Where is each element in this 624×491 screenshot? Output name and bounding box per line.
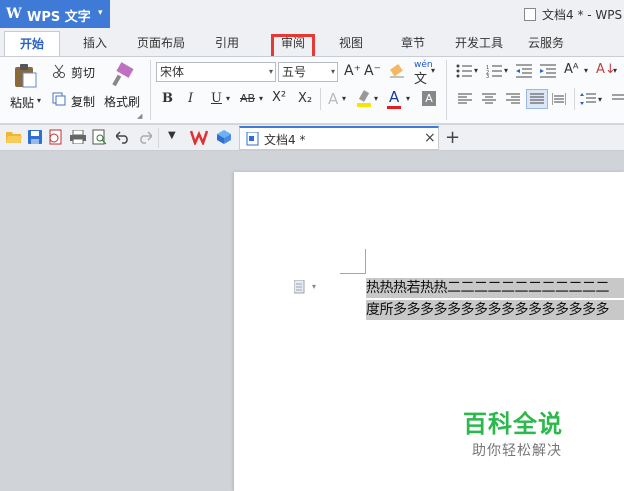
open-folder-icon[interactable]: [6, 130, 22, 144]
divider: [320, 88, 321, 110]
tab-cloud-service[interactable]: 云服务: [520, 31, 572, 56]
line-spacing-dropdown-icon[interactable]: ▾: [598, 95, 602, 104]
paste-dropdown-icon[interactable]: ▾: [37, 96, 41, 105]
paste-button[interactable]: 粘贴: [10, 94, 34, 111]
print-icon[interactable]: [70, 130, 86, 144]
numbered-list-icon[interactable]: 123: [486, 64, 502, 78]
export-pdf-icon[interactable]: [48, 129, 64, 145]
dialog-launcher-icon[interactable]: ◢: [137, 112, 142, 120]
font-color-dropdown-icon[interactable]: ▾: [406, 94, 410, 103]
tab-references[interactable]: 引用: [206, 31, 248, 56]
paragraph-layout-icon[interactable]: [294, 280, 306, 294]
tab-developer[interactable]: 开发工具: [448, 31, 510, 56]
format-painter-icon[interactable]: [110, 62, 136, 88]
distributed-align-icon[interactable]: [552, 93, 566, 105]
pinyin-dropdown-icon[interactable]: ▾: [431, 66, 435, 75]
character-shading-button[interactable]: A: [422, 91, 436, 106]
bullet-list-icon[interactable]: [456, 64, 472, 78]
cut-button[interactable]: 剪切: [71, 64, 95, 81]
subscript-button[interactable]: X₂: [298, 91, 312, 106]
window-title-text: 文档4 * - WPS: [542, 8, 623, 22]
pinyin-char: 文: [414, 72, 428, 87]
tab-view[interactable]: 视图: [330, 31, 372, 56]
app-menu-button[interactable]: W WPS 文字 ▾: [0, 0, 110, 28]
underline-button[interactable]: U: [211, 91, 222, 106]
customize-dropdown-icon[interactable]: ▼: [168, 130, 176, 141]
justify-button[interactable]: [526, 89, 548, 109]
paragraph-dropdown-icon[interactable]: ▾: [312, 282, 316, 291]
divider: [158, 128, 159, 148]
undo-icon[interactable]: [116, 130, 130, 144]
align-right-icon[interactable]: [506, 93, 520, 105]
strikethrough-button[interactable]: AB: [240, 92, 255, 105]
underline-dropdown-icon[interactable]: ▾: [226, 94, 230, 103]
format-painter-button[interactable]: 格式刷: [104, 93, 140, 110]
tab-start[interactable]: 开始: [4, 31, 60, 56]
align-left-icon[interactable]: [458, 93, 472, 105]
clear-format-icon[interactable]: [389, 63, 405, 79]
align-justify-icon: [530, 93, 544, 104]
margin-marker: [340, 273, 366, 274]
italic-button[interactable]: I: [188, 91, 193, 106]
shrink-font-button[interactable]: A⁻: [364, 63, 381, 79]
chevron-down-icon[interactable]: ▾: [98, 8, 103, 18]
bullet-dropdown-icon[interactable]: ▾: [474, 66, 478, 75]
document-icon: [246, 132, 259, 146]
number-dropdown-icon[interactable]: ▾: [504, 66, 508, 75]
divider: [574, 88, 575, 110]
app-name: WPS 文字: [27, 10, 91, 25]
margin-marker: [365, 249, 366, 273]
tab-section[interactable]: 章节: [392, 31, 434, 56]
svg-text:3: 3: [486, 74, 489, 78]
highlight-dropdown-icon[interactable]: ▾: [374, 94, 378, 103]
close-tab-icon[interactable]: ×: [424, 130, 436, 146]
grow-font-button[interactable]: A⁺: [344, 63, 361, 79]
highlighter-icon[interactable]: [356, 90, 372, 108]
new-tab-button[interactable]: +: [445, 127, 460, 148]
line-spacing-icon[interactable]: [580, 93, 596, 105]
window-title: 文档4 * - WPS: [524, 6, 622, 23]
strike-dropdown-icon[interactable]: ▾: [259, 94, 263, 103]
superscript-button[interactable]: X²: [272, 90, 286, 105]
paragraph-mark-icon[interactable]: [612, 93, 624, 105]
bold-button[interactable]: B: [162, 91, 173, 106]
decrease-indent-icon[interactable]: [516, 64, 532, 78]
align-center-icon[interactable]: [482, 93, 496, 105]
case-dropdown-icon[interactable]: ▾: [584, 66, 588, 75]
document-tab-label: 文档4 *: [264, 133, 306, 147]
redo-icon[interactable]: [138, 130, 152, 144]
wps-logo-icon: W: [6, 6, 22, 22]
divider: [150, 60, 151, 120]
save-icon[interactable]: [28, 130, 42, 144]
wps-w-logo-icon[interactable]: [190, 129, 208, 145]
change-case-button[interactable]: Aᴬ: [564, 62, 579, 77]
print-preview-icon[interactable]: [92, 129, 108, 145]
document-page[interactable]: [234, 172, 624, 491]
paste-icon[interactable]: [12, 62, 38, 88]
font-color-button[interactable]: A: [389, 88, 399, 106]
document-text-line[interactable]: 度所多多多多多多多多多多多多多多多多: [366, 300, 624, 320]
copy-button[interactable]: 复制: [71, 93, 95, 110]
divider: [446, 60, 447, 120]
document-text-line[interactable]: 热热热若热热二二二二二二二二二二二二: [366, 278, 624, 298]
increase-indent-icon[interactable]: [540, 64, 556, 78]
text-effect-dropdown-icon[interactable]: ▾: [342, 94, 346, 103]
copy-icon: [52, 92, 66, 106]
watermark-subtitle: 助你轻松解决: [472, 443, 562, 459]
document-icon: [524, 8, 536, 21]
font-size-select[interactable]: 五号 ▾: [278, 62, 338, 82]
tab-page-layout[interactable]: 页面布局: [132, 31, 190, 56]
font-name-select[interactable]: 宋体 ▾: [156, 62, 276, 82]
tab-insert[interactable]: 插入: [74, 31, 116, 56]
scissors-icon: [53, 64, 65, 78]
watermark-title: 百科全说: [463, 410, 563, 438]
font-color-swatch: [387, 106, 401, 109]
cube-icon[interactable]: [216, 129, 232, 145]
document-tab[interactable]: 文档4 * ×: [239, 126, 439, 150]
sort-dropdown-icon[interactable]: ▾: [613, 66, 617, 75]
text-effect-button[interactable]: A: [328, 90, 338, 108]
